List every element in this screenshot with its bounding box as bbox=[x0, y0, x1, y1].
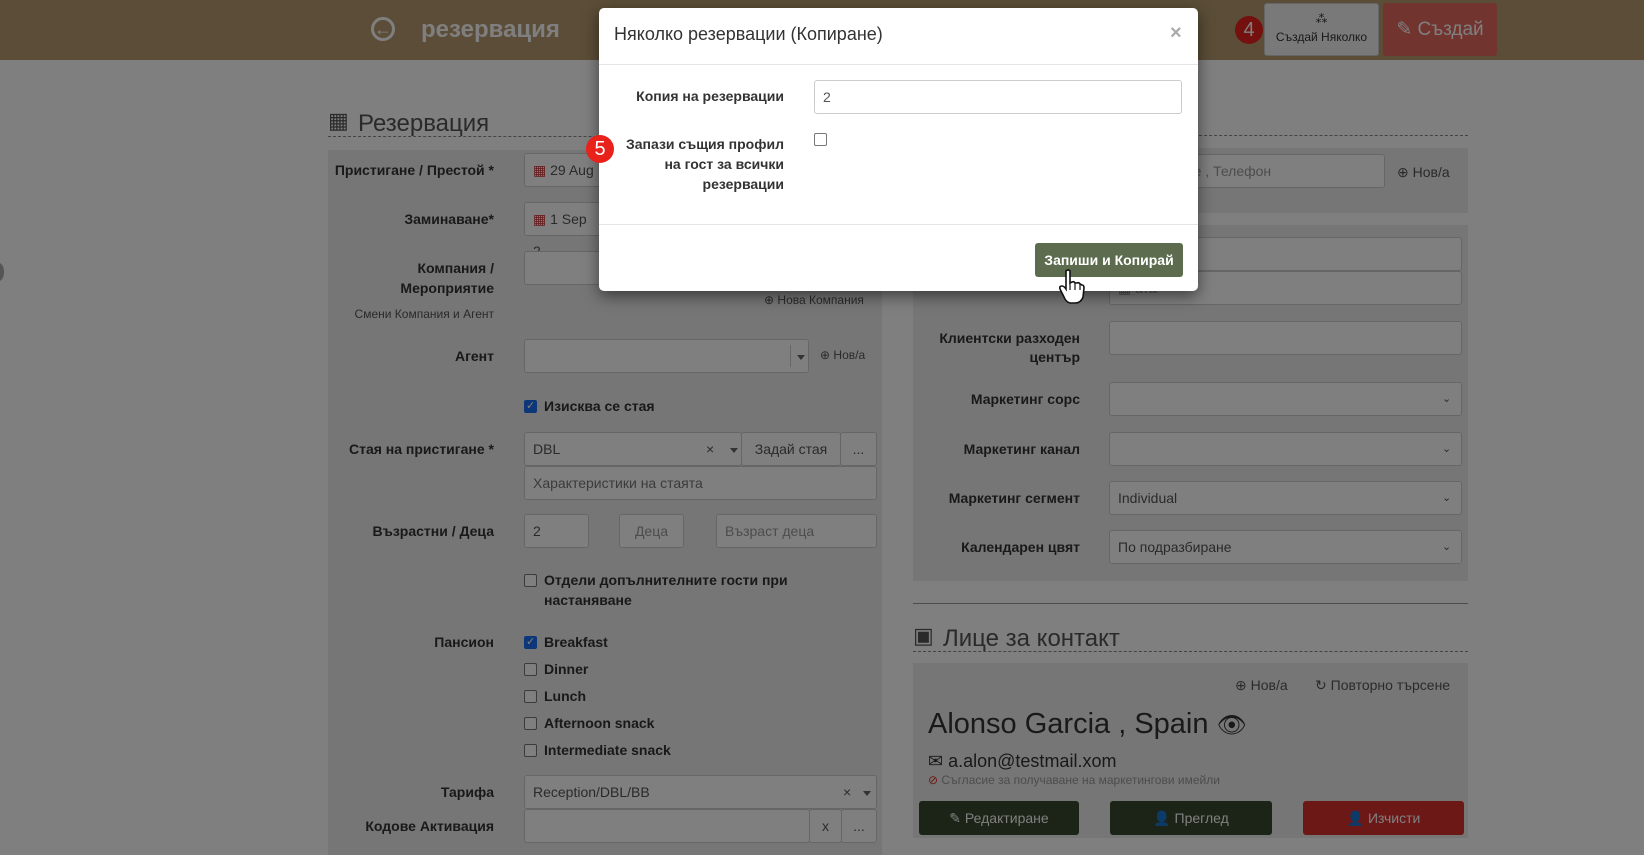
save-and-copy-button[interactable]: Запиши и Копирай bbox=[1035, 243, 1183, 277]
copies-label: Копия на резервации bbox=[636, 88, 784, 104]
step-badge-5: 5 bbox=[586, 135, 614, 163]
same-profile-label-line1: Запази същия профил bbox=[625, 136, 784, 152]
multiple-reservations-modal: Няколко резервации (Копиране) × Копия на… bbox=[599, 8, 1198, 291]
modal-footer-divider bbox=[599, 224, 1198, 225]
same-profile-label-line2: на гост за всички bbox=[664, 156, 784, 172]
modal-header-divider bbox=[599, 64, 1198, 65]
same-profile-label-line3: резервации bbox=[702, 176, 784, 192]
copies-input[interactable]: 2 bbox=[814, 80, 1182, 114]
close-icon[interactable]: × bbox=[1170, 22, 1182, 45]
same-profile-checkbox[interactable] bbox=[814, 133, 827, 146]
modal-title: Няколко резервации (Копиране) bbox=[614, 24, 883, 44]
hand-pointer-icon bbox=[1059, 269, 1085, 304]
